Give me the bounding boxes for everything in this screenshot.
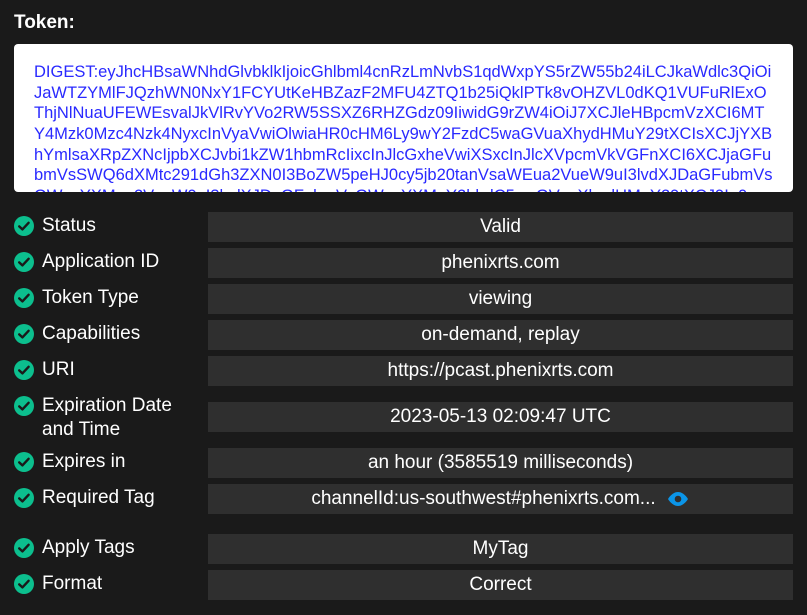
token-type-label: Token Type (42, 286, 139, 310)
row-apply-tags: Apply Tags MyTag (14, 534, 793, 564)
check-icon (14, 288, 34, 308)
uri-value: https://pcast.phenixrts.com (208, 356, 793, 386)
expires-in-label: Expires in (42, 450, 125, 474)
row-token-type: Token Type viewing (14, 284, 793, 314)
row-expiration: Expiration Date and Time 2023-05-13 02:0… (14, 392, 793, 442)
format-label: Format (42, 572, 102, 596)
required-tag-label: Required Tag (42, 486, 155, 510)
capabilities-value: on-demand, replay (208, 320, 793, 350)
application-id-value: phenixrts.com (208, 248, 793, 278)
expiration-label: Expiration Date and Time (42, 394, 200, 442)
check-icon (14, 452, 34, 472)
format-value: Correct (208, 570, 793, 600)
row-application-id: Application ID phenixrts.com (14, 248, 793, 278)
application-id-label: Application ID (42, 250, 159, 274)
token-details-table: Status Valid Application ID phenixrts.co… (14, 212, 793, 600)
check-icon (14, 324, 34, 344)
row-status: Status Valid (14, 212, 793, 242)
row-format: Format Correct (14, 570, 793, 600)
uri-label: URI (42, 358, 75, 382)
expires-in-value: an hour (3585519 milliseconds) (208, 448, 793, 478)
check-icon (14, 360, 34, 380)
status-value: Valid (208, 212, 793, 242)
token-type-value: viewing (208, 284, 793, 314)
check-icon (14, 574, 34, 594)
apply-tags-label: Apply Tags (42, 536, 135, 560)
expiration-value: 2023-05-13 02:09:47 UTC (208, 402, 793, 432)
check-icon (14, 488, 34, 508)
check-icon (14, 538, 34, 558)
token-textarea[interactable]: DIGEST:eyJhcHBsaWNhdGlvbklkIjoicGhlbml4c… (14, 44, 793, 192)
status-label: Status (42, 214, 96, 238)
row-required-tag: Required Tag channelId:us-southwest#phen… (14, 484, 793, 514)
row-uri: URI https://pcast.phenixrts.com (14, 356, 793, 386)
check-icon (14, 252, 34, 272)
required-tag-text: channelId:us-southwest#phenixrts.com... (311, 488, 655, 510)
token-section-label: Token: (14, 12, 793, 34)
row-expires-in: Expires in an hour (3585519 milliseconds… (14, 448, 793, 478)
row-capabilities: Capabilities on-demand, replay (14, 320, 793, 350)
check-icon (14, 396, 34, 416)
apply-tags-value: MyTag (208, 534, 793, 564)
required-tag-value: channelId:us-southwest#phenixrts.com... (208, 484, 793, 514)
eye-icon[interactable] (666, 490, 690, 508)
check-icon (14, 216, 34, 236)
capabilities-label: Capabilities (42, 322, 140, 346)
